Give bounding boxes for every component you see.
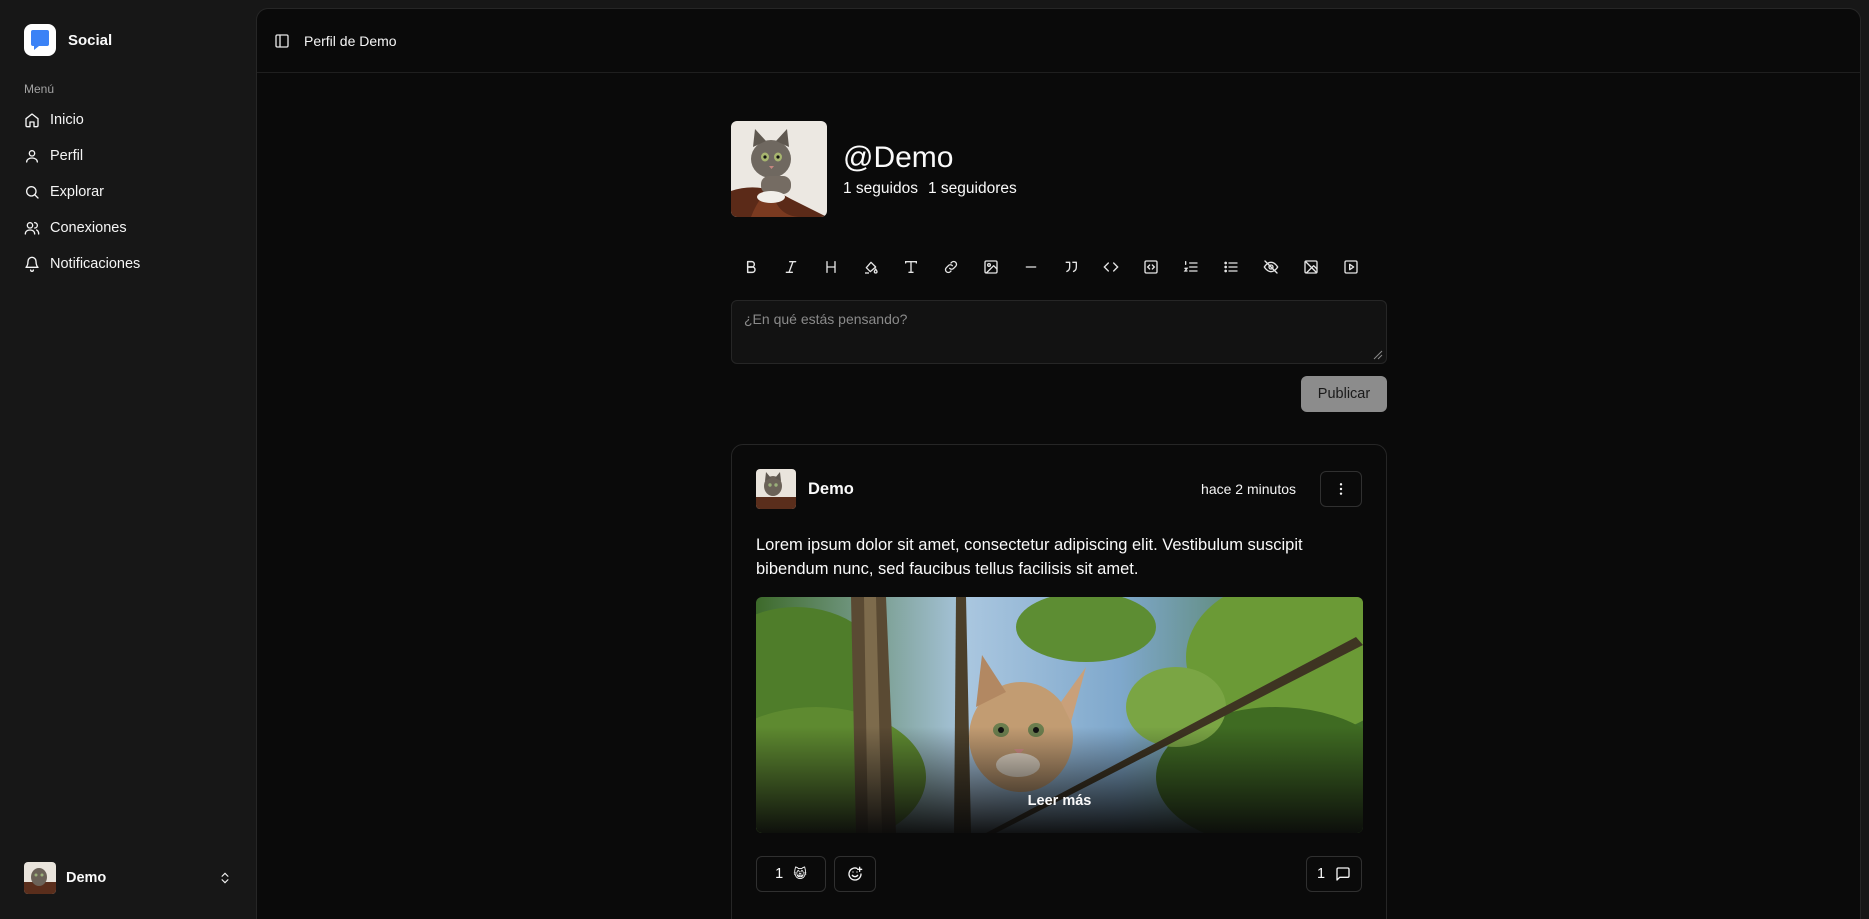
link-icon[interactable]	[931, 255, 971, 279]
sidebar: Social Menú Inicio Perfil Explorar Conex…	[0, 0, 256, 919]
sidebar-item-notificaciones[interactable]: Notificaciones	[16, 246, 240, 282]
sidebar-toggle-icon[interactable]	[274, 33, 290, 49]
code-block-icon[interactable]	[1131, 255, 1171, 279]
chevron-up-down-icon	[218, 871, 232, 885]
post-author-avatar[interactable]	[756, 469, 796, 509]
menu-label: Menú	[24, 82, 55, 96]
sidebar-item-perfil[interactable]: Perfil	[16, 138, 240, 174]
bold-icon[interactable]	[731, 255, 771, 279]
app-name: Social	[68, 31, 113, 49]
sidebar-item-label: Inicio	[50, 112, 84, 128]
sidebar-item-label: Perfil	[50, 148, 84, 164]
profile-avatar	[731, 121, 827, 217]
sidebar-nav: Inicio Perfil Explorar Conexiones Notifi…	[16, 102, 240, 282]
reaction-emoji: 😸	[793, 866, 807, 881]
user-icon	[24, 148, 40, 164]
post-options-button[interactable]	[1320, 471, 1362, 507]
post-input[interactable]	[744, 311, 1374, 327]
comments-button[interactable]: 1	[1306, 856, 1362, 892]
main-panel: Perfil de Demo @Demo 1 seguidos 1 seguid…	[256, 8, 1861, 919]
publish-row: Publicar	[731, 376, 1387, 412]
image-icon[interactable]	[971, 255, 1011, 279]
add-reaction-button[interactable]	[834, 856, 876, 892]
editor-toolbar	[731, 255, 1387, 279]
bell-icon	[24, 256, 40, 272]
app-logo-icon	[24, 24, 56, 56]
post-body: Lorem ipsum dolor sit amet, consectetur …	[756, 536, 1303, 578]
following-count[interactable]: 1 seguidos	[843, 180, 918, 197]
ordered-list-icon[interactable]	[1171, 255, 1211, 279]
text-icon[interactable]	[891, 255, 931, 279]
reaction-count: 1	[775, 866, 784, 882]
sidebar-item-label: Conexiones	[50, 220, 127, 236]
post-header: Demo hace 2 minutos	[756, 469, 1362, 509]
followers-count[interactable]: 1 seguidores	[928, 180, 1017, 197]
read-more-link[interactable]: Leer más	[756, 793, 1363, 809]
profile-content: @Demo 1 seguidos 1 seguidores ¿En qué es…	[731, 121, 1387, 919]
search-icon	[24, 184, 40, 200]
comment-count: 1	[1316, 866, 1326, 882]
horizontal-rule-icon[interactable]	[1011, 255, 1051, 279]
post-image[interactable]: Leer más	[756, 597, 1363, 833]
profile-handle: @Demo	[843, 141, 954, 174]
profile-header: @Demo 1 seguidos 1 seguidores	[731, 121, 1387, 217]
user-menu[interactable]: Demo	[16, 858, 240, 898]
users-icon	[24, 220, 40, 236]
more-vertical-icon	[1333, 481, 1349, 497]
post-actions: 1 😸 1	[756, 856, 1362, 892]
post-author[interactable]: Demo	[808, 480, 1189, 499]
heading-icon[interactable]	[811, 255, 851, 279]
sidebar-item-label: Notificaciones	[50, 256, 141, 272]
topbar: Perfil de Demo	[257, 9, 1860, 73]
video-icon[interactable]	[1331, 255, 1371, 279]
avatar	[24, 862, 56, 894]
post-card: Demo hace 2 minutos Lorem ipsum dolor si…	[731, 444, 1387, 919]
hide-image-icon[interactable]	[1291, 255, 1331, 279]
profile-stats: 1 seguidos 1 seguidores	[843, 180, 1017, 198]
sidebar-item-explorar[interactable]: Explorar	[16, 174, 240, 210]
quote-icon[interactable]	[1051, 255, 1091, 279]
sidebar-item-conexiones[interactable]: Conexiones	[16, 210, 240, 246]
smile-plus-icon	[847, 866, 863, 882]
bullet-list-icon[interactable]	[1211, 255, 1251, 279]
post-composer	[731, 300, 1387, 364]
resize-handle-icon[interactable]	[1373, 350, 1383, 360]
italic-icon[interactable]	[771, 255, 811, 279]
page-title: Perfil de Demo	[304, 32, 397, 49]
highlight-icon[interactable]	[851, 255, 891, 279]
sidebar-item-label: Explorar	[50, 184, 104, 200]
user-name: Demo	[66, 870, 107, 886]
publish-button[interactable]: Publicar	[1301, 376, 1387, 412]
spoiler-icon[interactable]	[1251, 255, 1291, 279]
sidebar-item-inicio[interactable]: Inicio	[16, 102, 240, 138]
brand[interactable]: Social	[24, 24, 112, 56]
reaction-button[interactable]: 1 😸	[756, 856, 826, 892]
home-icon	[24, 112, 40, 128]
post-timestamp: hace 2 minutos	[1201, 481, 1296, 497]
code-icon[interactable]	[1091, 255, 1131, 279]
message-square-icon	[1335, 866, 1351, 882]
